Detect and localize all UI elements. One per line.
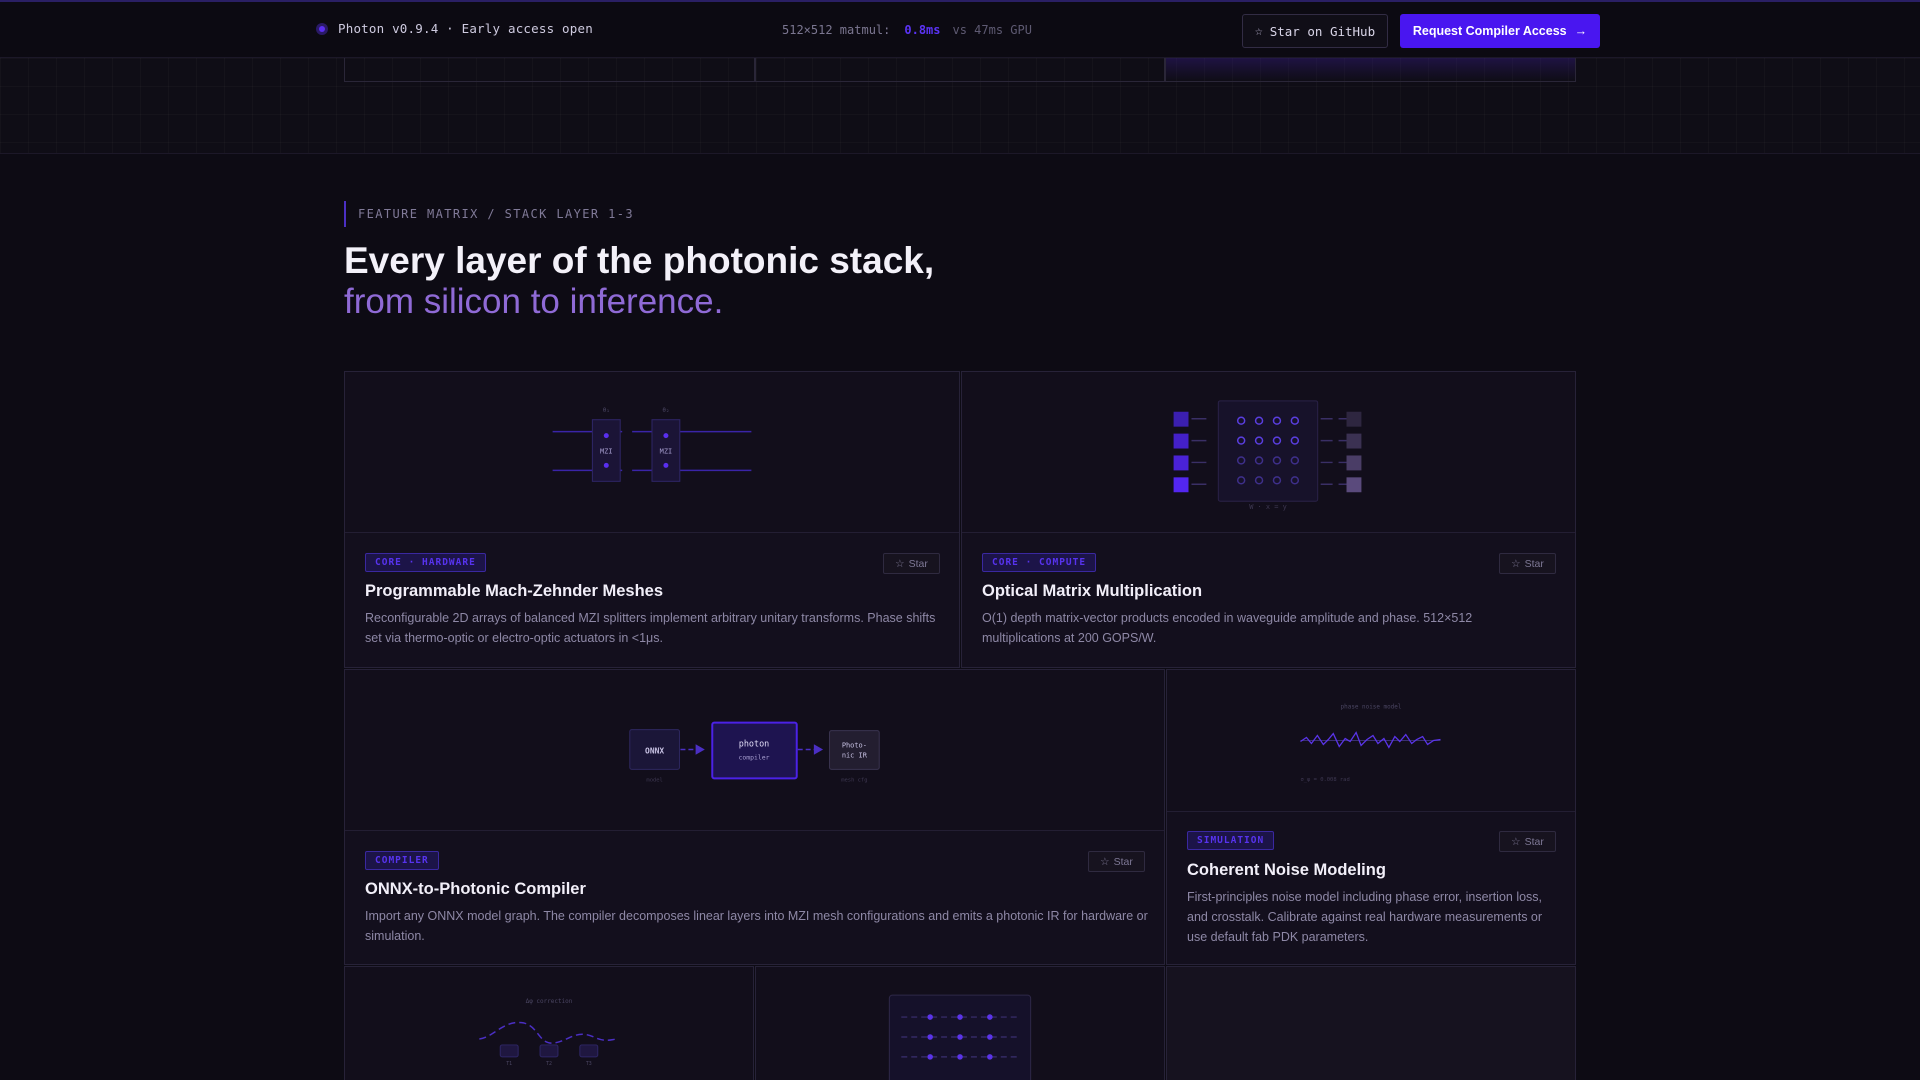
star-icon: ☆ bbox=[895, 557, 905, 570]
card-tag: CORE · HARDWARE bbox=[365, 553, 486, 572]
card-tag: COMPILER bbox=[365, 851, 439, 870]
correction-caption: Δφ correction bbox=[526, 998, 573, 1005]
noise-model-svg: phase noise model σ_φ = 0.008 rad bbox=[1300, 704, 1441, 783]
benchmark-compare: vs 47ms GPU bbox=[952, 23, 1032, 37]
star-label: Star bbox=[1524, 835, 1544, 848]
node-onnx: ONNX bbox=[645, 746, 664, 755]
star-button[interactable]: ☆ Star bbox=[1499, 831, 1556, 852]
card-description: Reconfigurable 2D arrays of balanced MZI… bbox=[365, 611, 936, 645]
node-photon: photon bbox=[739, 739, 769, 749]
benchmark-readout: 512×512 matmul: 0.8ms vs 47ms GPU bbox=[782, 23, 1032, 37]
star-button[interactable]: ☆ Star bbox=[883, 553, 940, 574]
feature-card-placeholder bbox=[1166, 966, 1576, 1080]
mesh-grid-diagram bbox=[756, 967, 1164, 1080]
matrix-diagram: W · x = y bbox=[962, 372, 1575, 533]
mzi-label-1: MZI bbox=[600, 447, 613, 455]
feature-card-mesh-grid bbox=[755, 966, 1165, 1080]
mzi-diagram-svg: MZI MZI θ₁ θ₂ bbox=[552, 407, 752, 482]
benchmark-value: 0.8ms bbox=[904, 23, 941, 37]
card-description: First-principles noise model including p… bbox=[1187, 890, 1543, 944]
benchmark-label: 512×512 matmul: bbox=[782, 23, 891, 37]
status-dot-icon bbox=[316, 22, 328, 35]
section-headline: Every layer of the photonic stack, from … bbox=[344, 240, 934, 322]
card-tag: SIMULATION bbox=[1187, 831, 1275, 850]
card-description: O(1) depth matrix-vector products encode… bbox=[982, 611, 1473, 645]
section-subtitle: from silicon to inference. bbox=[344, 282, 724, 321]
top-announcement-bar: Photon v0.9.4 · Early access open 512×51… bbox=[0, 0, 1920, 58]
phase-correction-svg: Δφ correction T1 T2 T3 bbox=[479, 998, 619, 1067]
phase-correction-diagram: Δφ correction T1 T2 T3 bbox=[345, 967, 753, 1080]
compiler-pipeline-diagram: ONNX model photon compiler Photo- nic IR… bbox=[345, 670, 1164, 831]
previous-section-band bbox=[0, 58, 1920, 154]
feature-card-noise: phase noise model σ_φ = 0.008 rad SIMULA… bbox=[1166, 669, 1576, 965]
thermal-tuner-label-2: T2 bbox=[546, 1061, 552, 1067]
band-cell bbox=[1165, 58, 1577, 82]
matrix-caption: W · x = y bbox=[1249, 503, 1287, 511]
arrow-right-icon: → bbox=[1574, 24, 1588, 38]
star-label: Star bbox=[908, 557, 928, 570]
star-label: Star bbox=[1113, 855, 1133, 868]
input-vector bbox=[1173, 411, 1189, 493]
section-eyebrow: FEATURE MATRIX / STACK LAYER 1-3 bbox=[344, 201, 634, 227]
request-compiler-access-button[interactable]: Request Compiler Access → bbox=[1400, 14, 1600, 48]
compiler-pipeline-svg: ONNX model photon compiler Photo- nic IR… bbox=[629, 721, 880, 783]
star-button[interactable]: ☆ Star bbox=[1499, 553, 1556, 574]
star-on-github-button[interactable]: ☆ Star on GitHub bbox=[1242, 14, 1388, 48]
noise-caption: phase noise model bbox=[1341, 704, 1402, 711]
node-ir-caption: mesh cfg bbox=[841, 777, 867, 783]
phase-label-1: θ₁ bbox=[603, 407, 610, 414]
node-ir-line1: Photo- bbox=[842, 742, 867, 750]
star-icon: ☆ bbox=[1254, 23, 1263, 39]
card-description: Import any ONNX model graph. The compile… bbox=[365, 909, 1148, 943]
feature-card-matmul: W · x = y CORE · COMPUTE ☆ Star Optical … bbox=[961, 371, 1576, 668]
noise-footnote: σ_φ = 0.008 rad bbox=[1301, 777, 1350, 783]
star-label: Star bbox=[1524, 557, 1544, 570]
node-onnx-caption: model bbox=[646, 777, 662, 783]
star-icon: ☆ bbox=[1100, 855, 1110, 868]
version-text: Photon v0.9.4 · Early access open bbox=[338, 21, 593, 36]
feature-card-mzi: MZI MZI θ₁ θ₂ CORE · HARDWARE ☆ Star Pro… bbox=[344, 371, 960, 668]
thermal-tuner-label-3: T3 bbox=[586, 1061, 592, 1067]
mesh-grid-svg bbox=[888, 994, 1032, 1080]
card-title: Programmable Mach-Zehnder Meshes bbox=[365, 582, 663, 600]
mzi-diagram: MZI MZI θ₁ θ₂ bbox=[345, 372, 959, 533]
mzi-label-2: MZI bbox=[660, 447, 673, 455]
star-button[interactable]: ☆ Star bbox=[1088, 851, 1145, 872]
star-icon: ☆ bbox=[1511, 557, 1521, 570]
previous-section-cells bbox=[344, 58, 1577, 82]
section-title: Every layer of the photonic stack, bbox=[344, 240, 935, 281]
band-cell bbox=[754, 58, 1166, 82]
card-title: Coherent Noise Modeling bbox=[1187, 861, 1386, 879]
card-title: Optical Matrix Multiplication bbox=[982, 582, 1203, 600]
band-cell bbox=[344, 58, 755, 82]
star-icon: ☆ bbox=[1511, 835, 1521, 848]
node-ir-line2: nic IR bbox=[842, 751, 868, 759]
phase-label-2: θ₂ bbox=[662, 407, 669, 414]
noise-model-diagram: phase noise model σ_φ = 0.008 rad bbox=[1167, 670, 1575, 812]
feature-card-phase-correction: Δφ correction T1 T2 T3 bbox=[344, 966, 754, 1080]
version-status: Photon v0.9.4 · Early access open bbox=[316, 21, 593, 36]
output-vector bbox=[1346, 411, 1362, 493]
thermal-tuner-label-1: T1 bbox=[506, 1061, 512, 1067]
matrix-diagram-svg: W · x = y bbox=[1173, 400, 1362, 511]
feature-card-compiler: ONNX model photon compiler Photo- nic IR… bbox=[344, 669, 1165, 965]
request-button-label: Request Compiler Access bbox=[1412, 24, 1567, 38]
node-photon-caption: compiler bbox=[738, 753, 769, 761]
card-tag: CORE · COMPUTE bbox=[982, 553, 1097, 572]
card-title: ONNX-to-Photonic Compiler bbox=[365, 880, 586, 898]
github-button-label: Star on GitHub bbox=[1269, 23, 1376, 39]
